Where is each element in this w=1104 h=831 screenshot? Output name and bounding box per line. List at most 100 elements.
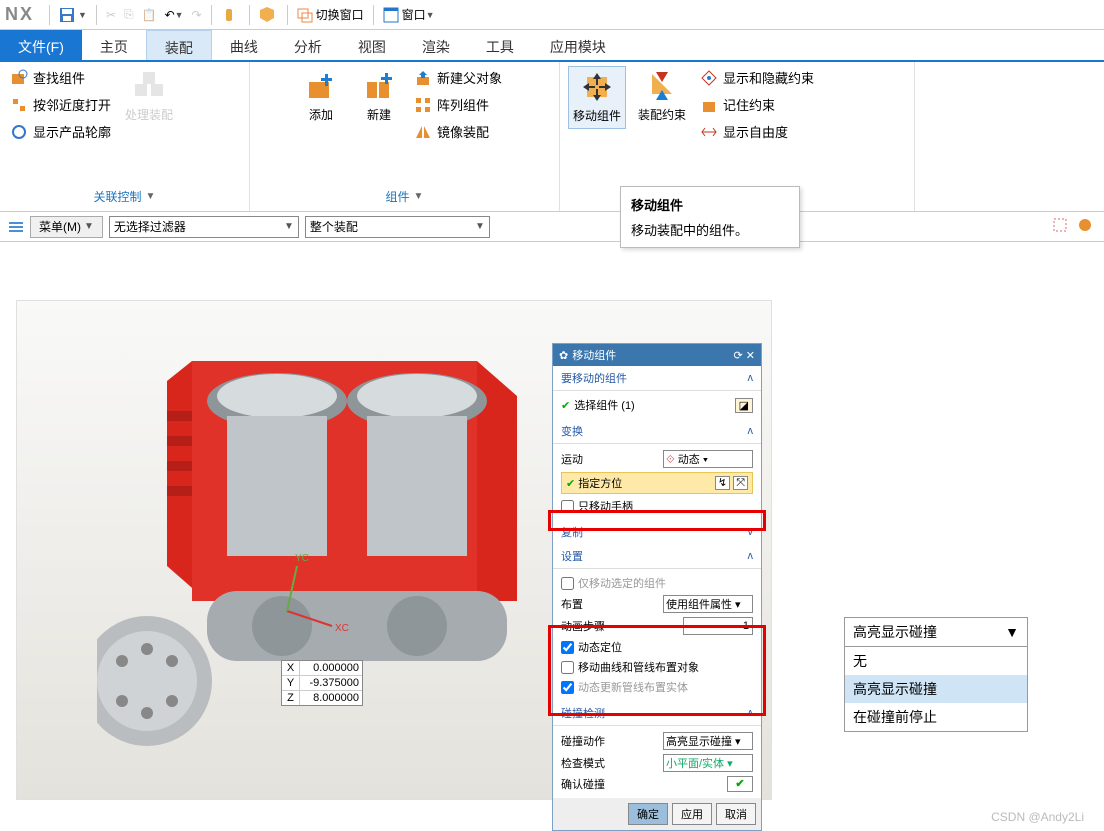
show-product-outline-button[interactable]: 显示产品轮廓 xyxy=(8,120,113,143)
new-parent-button[interactable]: 新建父对象 xyxy=(412,66,504,89)
section-to-move[interactable]: 要移动的组件ʌ xyxy=(553,366,761,390)
remember-constraint-button[interactable]: 记住约束 xyxy=(698,93,816,116)
selection-filter-dropdown[interactable]: 无选择过滤器▼ xyxy=(109,216,299,238)
only-selected-checkbox[interactable] xyxy=(561,577,574,590)
divider xyxy=(373,5,374,25)
dropdown-option-none[interactable]: 无 xyxy=(845,647,1027,675)
dropdown-option-highlight[interactable]: 高亮显示碰撞 xyxy=(845,675,1027,703)
tab-apps[interactable]: 应用模块 xyxy=(532,30,624,60)
collision-action-options: 高亮显示碰撞▼ 无 高亮显示碰撞 在碰撞前停止 xyxy=(844,617,1028,732)
pattern-component-button[interactable]: 阵列组件 xyxy=(412,93,504,116)
confirm-collision-label: 确认碰撞 xyxy=(561,776,605,792)
menu-icon[interactable] xyxy=(8,219,24,235)
layout-label: 布置 xyxy=(561,596,583,612)
close-icon[interactable]: ✕ xyxy=(746,350,755,362)
tab-curve[interactable]: 曲线 xyxy=(212,30,276,60)
motion-dropdown[interactable]: ⟐ 动态 ▾ xyxy=(663,450,753,468)
ribbon-group-title: 关联控制 xyxy=(94,188,142,205)
apply-button[interactable]: 应用 xyxy=(672,803,712,825)
menu-button[interactable]: 菜单(M)▼ xyxy=(30,216,103,238)
add-button[interactable]: 添加 xyxy=(296,66,346,127)
copy-icon: ⎘ xyxy=(120,5,138,24)
motion-label: 运动 xyxy=(561,451,583,467)
select-component-label[interactable]: 选择组件 (1) xyxy=(574,397,730,413)
open-by-proximity-button[interactable]: 按邻近度打开 xyxy=(8,93,113,116)
confirm-collision-button[interactable]: ✔ xyxy=(727,776,753,792)
filter-bar: 菜单(M)▼ 无选择过滤器▼ 整个装配▼ xyxy=(0,212,1104,242)
show-hide-constraint-button[interactable]: 显示和隐藏约束 xyxy=(698,66,816,89)
scope-dropdown[interactable]: 整个装配▼ xyxy=(305,216,490,238)
dropdown-current[interactable]: 高亮显示碰撞▼ xyxy=(845,618,1027,647)
move-component-dialog: ✿移动组件 ⟳ ✕ 要移动的组件ʌ ✔ 选择组件 (1) ◪ 变换ʌ 运动 ⟐ … xyxy=(552,343,762,831)
tooltip-title: 移动组件 xyxy=(631,195,789,214)
tab-analyze[interactable]: 分析 xyxy=(276,30,340,60)
dialog-titlebar[interactable]: ✿移动组件 ⟳ ✕ xyxy=(553,344,761,366)
cancel-button[interactable]: 取消 xyxy=(716,803,756,825)
move-component-tooltip: 移动组件 移动装配中的组件。 xyxy=(620,186,800,248)
app-logo: NX xyxy=(5,4,34,25)
switch-window-label: 切换窗口 xyxy=(316,6,364,23)
coord-z: 8.000000 xyxy=(300,691,362,705)
tab-assembly[interactable]: 装配 xyxy=(146,30,212,60)
csys-icon[interactable]: ⤧ xyxy=(733,476,748,490)
mirror-assembly-button[interactable]: 镜像装配 xyxy=(412,120,504,143)
dialog-title: 移动组件 xyxy=(572,347,616,363)
tooltip-desc: 移动装配中的组件。 xyxy=(631,220,789,239)
move-component-button[interactable]: 移动组件 xyxy=(568,66,626,129)
title-bar: NX ▼ ✂ ⎘ 📋 ↶ ▼ ↷ 切换窗口 窗口 ▼ xyxy=(0,0,1104,30)
divider xyxy=(96,5,97,25)
specify-orient-row[interactable]: ✔ 指定方位 ↯ ⤧ xyxy=(561,472,753,494)
tab-view[interactable]: 视图 xyxy=(340,30,404,60)
new-button[interactable]: 新建 xyxy=(354,66,404,127)
selection-icon[interactable] xyxy=(1052,217,1071,236)
engine-model: XC YC xyxy=(97,341,537,771)
process-assembly-button: 处理装配 xyxy=(121,66,177,127)
section-settings[interactable]: 设置ʌ xyxy=(553,544,761,568)
layout-dropdown[interactable]: 使用组件属性 ▾ xyxy=(663,595,753,613)
ribbon-group-link-control: 查找组件 按邻近度打开 显示产品轮廓 处理装配 关联控制 ▼ xyxy=(0,62,250,211)
save-icon[interactable]: ▼ xyxy=(55,5,91,25)
check-icon: ✔ xyxy=(561,399,570,412)
tab-home[interactable]: 主页 xyxy=(82,30,146,60)
dropdown-option-stop[interactable]: 在碰撞前停止 xyxy=(845,703,1027,731)
menu-tabs: 文件(F) 主页 装配 曲线 分析 视图 渲染 工具 应用模块 xyxy=(0,30,1104,62)
only-handle-checkbox[interactable] xyxy=(561,500,574,513)
touch-icon[interactable] xyxy=(217,5,244,25)
check-mode-dropdown[interactable]: 小平面/实体 ▾ xyxy=(663,754,753,772)
divider xyxy=(211,5,212,25)
show-dof-button[interactable]: 显示自由度 xyxy=(698,120,816,143)
coord-x: 0.000000 xyxy=(300,661,362,675)
undo-icon[interactable]: ↶ ▼ xyxy=(161,6,188,24)
tab-file[interactable]: 文件(F) xyxy=(0,30,82,60)
reset-icon[interactable]: ⟳ xyxy=(734,350,743,362)
section-collision[interactable]: 碰撞检测ʌ xyxy=(553,701,761,725)
orient-icon[interactable]: ↯ xyxy=(715,476,730,490)
collision-action-dropdown[interactable]: 高亮显示碰撞 ▾ xyxy=(663,732,753,750)
section-copy[interactable]: 复制v xyxy=(553,520,761,544)
help-icon[interactable] xyxy=(255,5,282,25)
section-transform[interactable]: 变换ʌ xyxy=(553,419,761,443)
chevron-down-icon[interactable]: ▼ xyxy=(414,191,424,202)
window-menu-button[interactable]: 窗口 ▼ xyxy=(379,4,439,25)
dyn-update-checkbox[interactable] xyxy=(561,681,574,694)
dynamic-pos-checkbox[interactable] xyxy=(561,641,574,654)
filter-icon[interactable] xyxy=(1077,217,1096,236)
move-curves-checkbox[interactable] xyxy=(561,661,574,674)
chevron-down-icon[interactable]: ▼ xyxy=(146,191,156,202)
ribbon-group-title: 组件 xyxy=(386,188,410,205)
assembly-constraint-button[interactable]: 装配约束 xyxy=(634,66,690,127)
collision-action-label: 碰撞动作 xyxy=(561,733,605,749)
find-component-button[interactable]: 查找组件 xyxy=(8,66,113,89)
select-component-icon[interactable]: ◪ xyxy=(735,398,753,413)
tab-render[interactable]: 渲染 xyxy=(404,30,468,60)
anim-step-input[interactable] xyxy=(683,617,753,635)
check-mode-label: 检查模式 xyxy=(561,755,605,771)
anim-step-label: 动画步骤 xyxy=(561,618,605,634)
divider xyxy=(49,5,50,25)
window-menu-label: 窗口 xyxy=(402,6,426,23)
divider xyxy=(249,5,250,25)
tab-tools[interactable]: 工具 xyxy=(468,30,532,60)
ok-button[interactable]: 确定 xyxy=(628,803,668,825)
switch-window-button[interactable]: 切换窗口 xyxy=(293,4,368,25)
coordinate-readout: X0.000000 Y-9.375000 Z8.000000 xyxy=(281,660,363,706)
